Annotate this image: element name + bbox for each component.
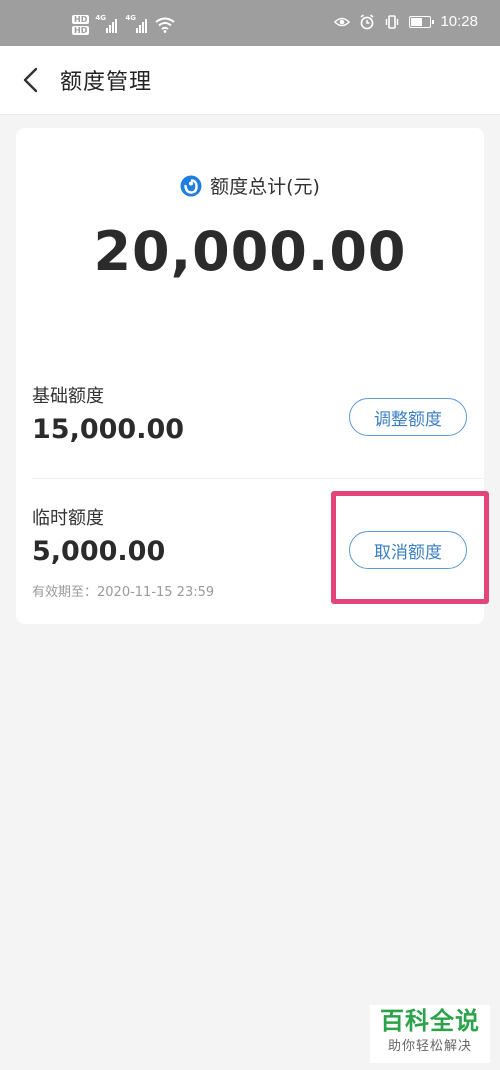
- base-quota-amount: 15,000.00: [32, 414, 185, 445]
- base-quota-label: 基础额度: [32, 386, 104, 407]
- battery-level: [411, 17, 423, 26]
- total-quota-amount: 20,000.00: [93, 220, 407, 283]
- status-bar: HD HD 4G 4G 10:28: [0, 0, 500, 46]
- network-type: 4G: [95, 14, 106, 22]
- app-header: 额度管理: [0, 46, 500, 115]
- vibrate-icon: [386, 14, 399, 29]
- total-label-row: 额度总计(元): [16, 172, 484, 199]
- network-type: 4G: [125, 14, 136, 22]
- temp-quota-label: 临时额度: [32, 508, 104, 529]
- divider: [32, 478, 484, 479]
- temp-quota-expiry: 有效期至：2020-11-15 23:59: [32, 585, 215, 600]
- hd-badge: HD: [72, 15, 90, 24]
- alarm-icon: [360, 13, 374, 29]
- watermark-title: 百科全说: [380, 1007, 480, 1035]
- adjust-quota-button[interactable]: 调整额度: [349, 398, 467, 436]
- status-bar-right: 10:28: [334, 13, 478, 30]
- watermark-subtitle: 助你轻松解决: [387, 1039, 472, 1054]
- temp-quota-amount: 5,000.00: [32, 536, 166, 567]
- eye-icon: [334, 17, 351, 26]
- wifi-icon: [155, 17, 175, 33]
- hd-indicators: HD HD: [72, 15, 90, 35]
- status-bar-left: HD HD 4G 4G: [72, 12, 175, 38]
- chevron-left-icon[interactable]: [18, 66, 44, 94]
- page-title: 额度管理: [60, 70, 153, 95]
- brand-logo-icon: [180, 175, 202, 196]
- highlight-box: [331, 491, 489, 604]
- total-quota-label: 额度总计(元): [210, 176, 320, 198]
- status-time: 10:28: [440, 13, 478, 30]
- battery-icon: [409, 15, 435, 28]
- signal-icon: 4G: [125, 14, 149, 33]
- signal-icon: 4G: [95, 14, 119, 33]
- watermark: 百科全说 助你轻松解决: [370, 1005, 490, 1063]
- hd-badge: HD: [72, 26, 90, 35]
